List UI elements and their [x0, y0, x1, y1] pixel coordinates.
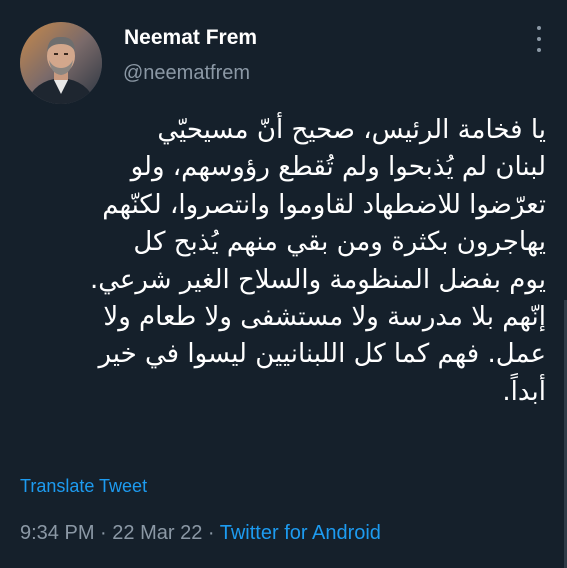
more-options-button[interactable] [528, 26, 550, 52]
user-handle[interactable]: @neematfrem [123, 62, 250, 85]
tweet-text-line: يوم بفضل المنظومة والسلاح الغير شرعي. [89, 264, 546, 295]
more-horizontal-icon [537, 37, 541, 41]
tweet-text-line: أبداً. [502, 376, 546, 407]
tweet-card: Neemat Frem @neematfrem يا فخامة الرئيس،… [0, 0, 567, 568]
tweet-text-line: يا فخامة الرئيس، صحيح أنّ مسيحيّي [157, 115, 546, 145]
tweet-text-line: يهاجرون بكثرة ومن بقي منهم يُذبح كل [133, 227, 546, 258]
tweet-text-line: إنّهم بلا مدرسة ولا مستشفى ولا طعام ولا [103, 302, 546, 333]
user-display-name[interactable]: Neemat Frem [124, 26, 257, 50]
tweet-time[interactable]: 9:34 PM [20, 522, 94, 544]
more-horizontal-icon [537, 26, 541, 30]
tweet-text-line: عمل. فهم كما كل اللبنانيين ليسوا في خير [98, 339, 546, 370]
avatar[interactable] [20, 22, 102, 104]
tweet-text: يا فخامة الرئيس، صحيح أنّ مسيحيّي لبنان … [22, 112, 546, 411]
avatar-image [20, 22, 102, 104]
meta-separator: · [202, 522, 220, 544]
tweet-text-line: تعرّضوا للاضطهاد لقاوموا وانتصروا، لكنّه… [102, 189, 546, 220]
meta-separator: · [94, 522, 113, 544]
tweet-text-line: لبنان لم يُذبحوا ولم تُقطع رؤوسهم، ولو [130, 152, 546, 183]
tweet-meta: 9:34 PM · 22 Mar 22 · Twitter for Androi… [20, 522, 381, 545]
translate-tweet-link[interactable]: Translate Tweet [20, 476, 147, 497]
more-horizontal-icon [537, 48, 541, 52]
tweet-date[interactable]: 22 Mar 22 [112, 522, 202, 544]
tweet-source-link[interactable]: Twitter for Android [220, 522, 381, 544]
